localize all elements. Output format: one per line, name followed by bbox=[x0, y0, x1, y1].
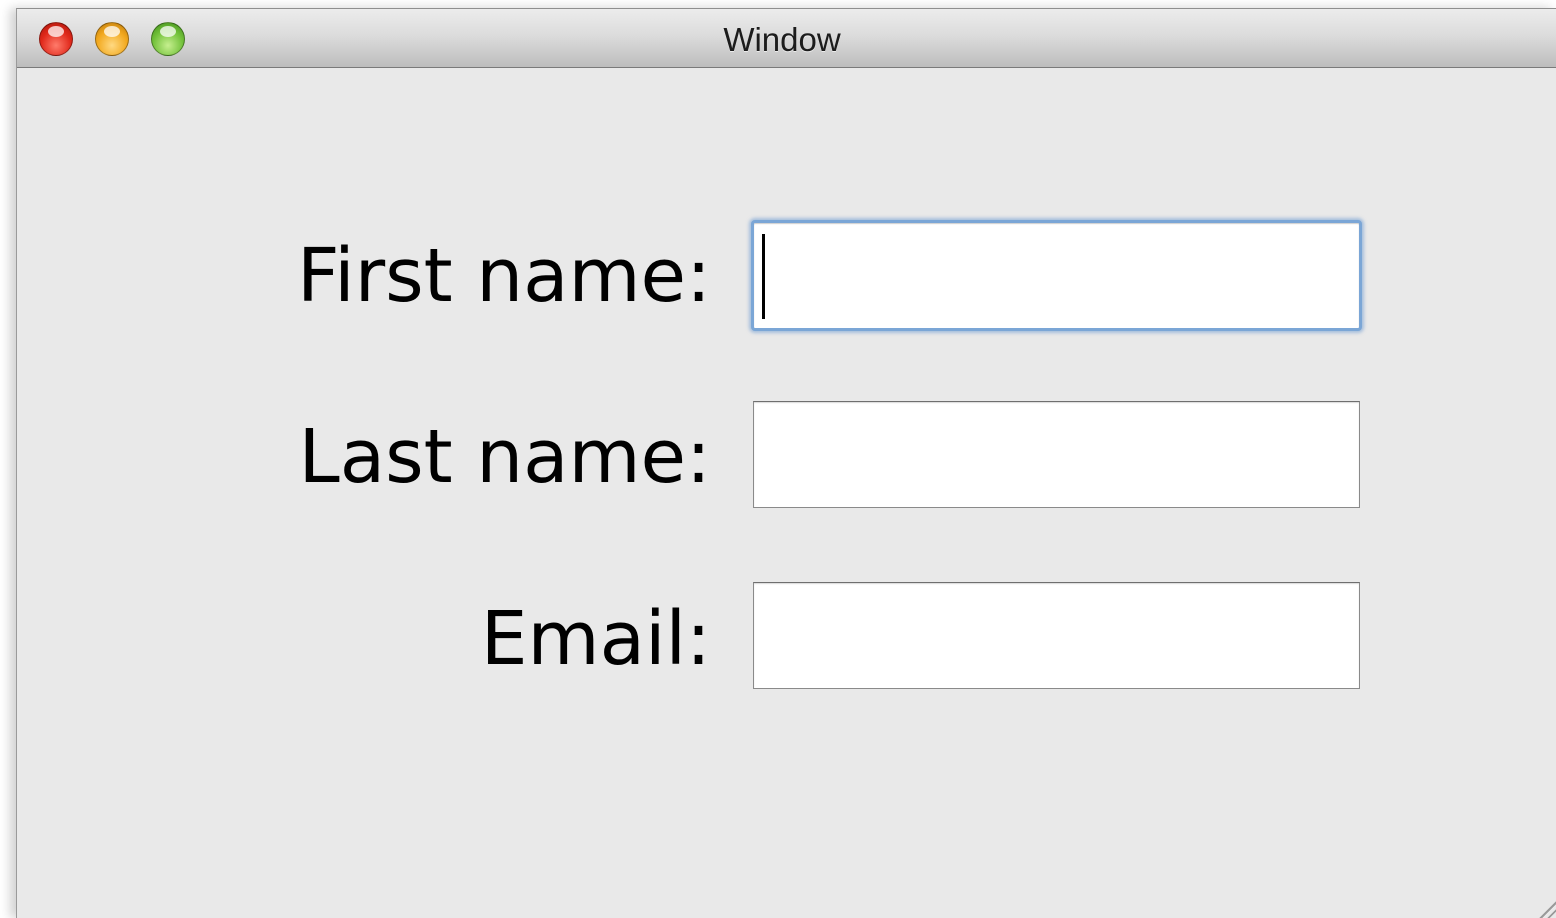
text-cursor bbox=[762, 234, 765, 319]
first-name-label: First name: bbox=[296, 233, 711, 319]
email-label: Email: bbox=[480, 596, 711, 682]
last-name-input[interactable] bbox=[753, 401, 1360, 508]
app-window: Window First name: Last name: Email: bbox=[16, 8, 1556, 918]
email-input[interactable] bbox=[753, 582, 1360, 689]
first-name-input[interactable] bbox=[751, 220, 1362, 331]
window-title: Window bbox=[723, 21, 841, 58]
last-name-label: Last name: bbox=[298, 414, 711, 500]
resize-grip-icon[interactable] bbox=[1535, 896, 1556, 918]
title-bar[interactable]: Window bbox=[17, 9, 1556, 68]
